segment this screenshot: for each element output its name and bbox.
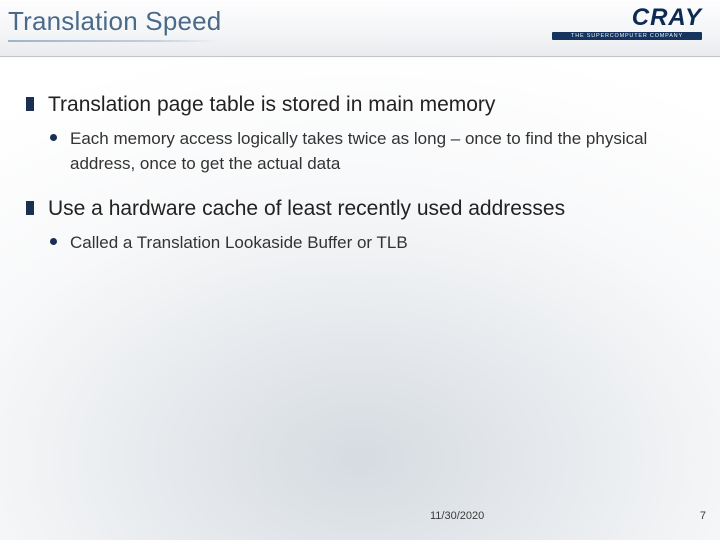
bullet-level2: Each memory access logically takes twice… (48, 127, 694, 176)
logo-text: CRAY (552, 6, 702, 30)
slide-body: Translation page table is stored in main… (0, 57, 720, 256)
logo-tagline: THE SUPERCOMPUTER COMPANY (552, 32, 702, 40)
bullet-level1: Use a hardware cache of least recently u… (26, 195, 694, 256)
brand-logo: CRAY THE SUPERCOMPUTER COMPANY (552, 6, 702, 46)
footer-page-number: 7 (700, 510, 706, 522)
bullet-text: Each memory access logically takes twice… (70, 129, 647, 173)
slide-header: Translation Speed CRAY THE SUPERCOMPUTER… (0, 0, 720, 57)
bullet-text: Translation page table is stored in main… (48, 93, 495, 116)
bullet-level2: Called a Translation Lookaside Buffer or… (48, 231, 694, 256)
bullet-level1: Translation page table is stored in main… (26, 91, 694, 177)
title-underline (8, 40, 218, 42)
bullet-text: Use a hardware cache of least recently u… (48, 197, 565, 220)
slide-footer: 11/30/2020 7 (0, 510, 720, 530)
slide-title: Translation Speed (8, 6, 221, 37)
footer-date: 11/30/2020 (430, 510, 484, 522)
bullet-text: Called a Translation Lookaside Buffer or… (70, 233, 408, 252)
